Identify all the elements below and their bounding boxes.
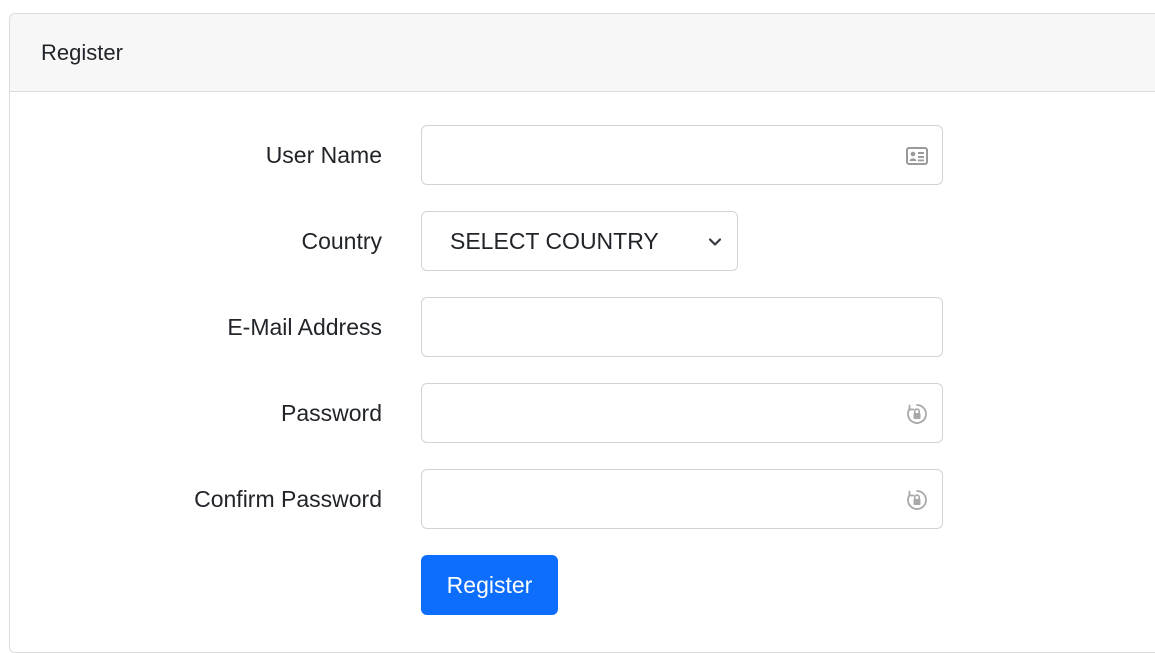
email-field-wrapper bbox=[421, 297, 943, 357]
email-row: E-Mail Address bbox=[10, 297, 1155, 357]
contact-card-icon[interactable] bbox=[904, 143, 930, 169]
email-label: E-Mail Address bbox=[227, 314, 382, 340]
register-card: Register User Name Country SELECT COUNTR… bbox=[9, 13, 1155, 653]
card-header: Register bbox=[10, 14, 1155, 92]
confirm-password-label: Confirm Password bbox=[194, 486, 382, 512]
password-manager-icon[interactable] bbox=[904, 401, 930, 427]
country-row: Country SELECT COUNTRY bbox=[10, 211, 1155, 271]
confirm-password-field-wrapper bbox=[421, 469, 943, 529]
card-title: Register bbox=[41, 39, 123, 65]
password-input[interactable] bbox=[422, 384, 942, 442]
password-row: Password bbox=[10, 383, 1155, 443]
confirm-password-row: Confirm Password bbox=[10, 469, 1155, 529]
username-field-wrapper bbox=[421, 125, 943, 185]
password-field-wrapper bbox=[421, 383, 943, 443]
chevron-down-icon bbox=[708, 238, 722, 246]
email-input[interactable] bbox=[422, 298, 942, 356]
confirm-password-input[interactable] bbox=[422, 470, 942, 528]
username-label: User Name bbox=[265, 142, 382, 168]
country-select[interactable]: SELECT COUNTRY bbox=[421, 211, 738, 271]
country-label: Country bbox=[301, 228, 382, 254]
submit-row: Register bbox=[10, 555, 1155, 615]
password-manager-icon[interactable] bbox=[904, 487, 930, 513]
country-selected-value: SELECT COUNTRY bbox=[450, 227, 659, 254]
username-row: User Name bbox=[10, 125, 1155, 185]
username-input[interactable] bbox=[422, 126, 942, 184]
register-button[interactable]: Register bbox=[421, 555, 558, 615]
password-label: Password bbox=[281, 400, 382, 426]
